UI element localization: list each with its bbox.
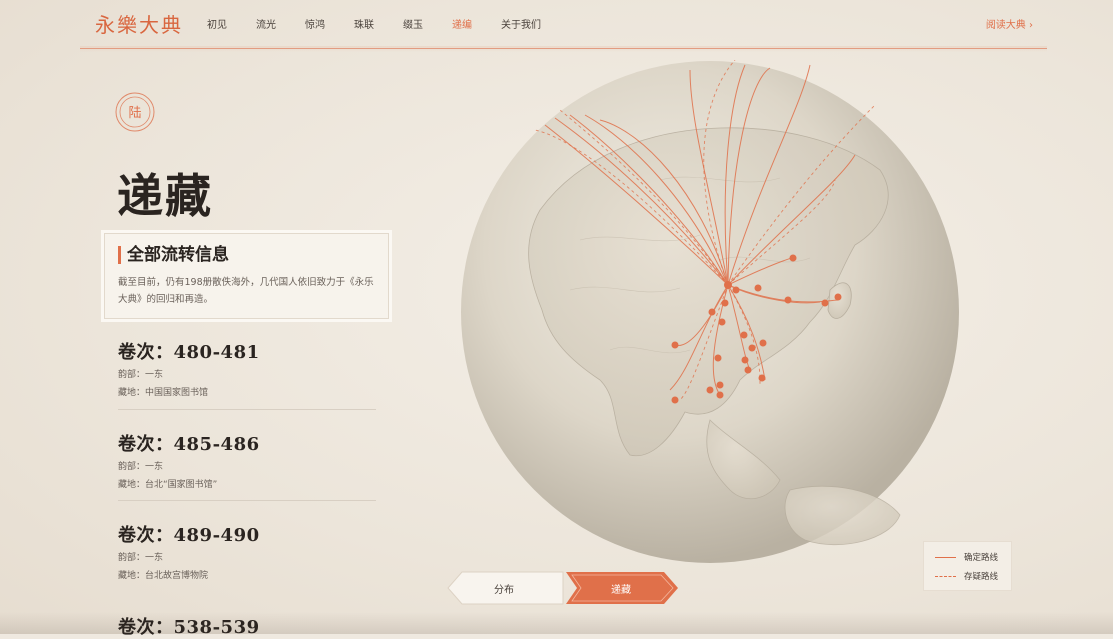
legend-doubtful-label: 存疑路线 <box>964 572 999 582</box>
view-toggle <box>447 571 678 605</box>
page-title: 递藏 <box>117 169 213 223</box>
read-dadian-link[interactable]: 阅读大典 › <box>986 16 1033 31</box>
volume-title: 卷次：489-490 <box>118 525 260 546</box>
list-item[interactable]: 卷次：485-486 韵部：一东 藏地：台北“国家图书馆” <box>118 430 376 494</box>
info-card: 全部流转信息 截至目前，仍有198册散佚海外，几代国人依旧致力于《永乐大典》的回… <box>104 233 389 319</box>
volume-place: 藏地：台北“国家图书馆” <box>118 480 218 490</box>
nav-item-zhulian[interactable]: 珠联 <box>354 16 374 31</box>
nav-item-about[interactable]: 关于我们 <box>501 16 541 31</box>
site-logo[interactable]: 永樂大典 <box>95 9 183 38</box>
section-number: 陆 <box>128 105 141 121</box>
dashed-line-icon <box>935 575 956 577</box>
volume-rhyme: 韵部：一东 <box>118 370 164 380</box>
nav-item-liuguang[interactable]: 流光 <box>256 16 276 31</box>
globe-map[interactable] <box>460 60 960 568</box>
nav-item-chujian[interactable]: 初见 <box>207 16 227 31</box>
volume-place: 藏地：台北故宫博物院 <box>118 571 209 581</box>
main-nav: 初见 流光 惊鸿 珠联 缀玉 递编 关于我们 <box>207 16 570 31</box>
legend-confirmed: 确定路线 <box>935 551 998 563</box>
topbar-divider <box>80 46 1047 52</box>
legend-doubtful: 存疑路线 <box>935 570 998 582</box>
list-divider <box>118 500 376 501</box>
australia-landmass <box>784 485 901 546</box>
volume-place: 藏地：中国国家图书馆 <box>118 388 209 398</box>
top-navigation-bar: 永樂大典 初见 流光 惊鸿 珠联 缀玉 递编 关于我们 阅读大典 › <box>80 0 1047 49</box>
bottom-shadow <box>0 612 1113 634</box>
toggle-distribution[interactable]: 分布 <box>494 581 514 596</box>
legend-confirmed-label: 确定路线 <box>964 553 999 563</box>
nav-item-dibian[interactable]: 递编 <box>452 16 472 31</box>
list-divider <box>118 409 376 410</box>
info-card-text: 截至目前，仍有198册散佚海外，几代国人依旧致力于《永乐大典》的回归和再造。 <box>118 277 374 305</box>
toggle-transmission[interactable]: 递藏 <box>611 581 631 596</box>
route-legend: 确定路线 存疑路线 <box>923 541 1012 591</box>
volume-title: 卷次：480-481 <box>118 342 260 363</box>
nav-item-jinghong[interactable]: 惊鸿 <box>305 16 325 31</box>
volume-title: 卷次：485-486 <box>118 434 260 455</box>
solid-line-icon <box>935 556 956 558</box>
volume-rhyme: 韵部：一东 <box>118 462 164 472</box>
info-card-title: 全部流转信息 <box>118 246 229 264</box>
volume-rhyme: 韵部：一东 <box>118 553 164 563</box>
section-number-badge: 陆 <box>115 92 155 132</box>
nav-item-zhuiyu[interactable]: 缀玉 <box>403 16 423 31</box>
list-item[interactable]: 卷次：489-490 韵部：一东 藏地：台北故宫博物院 <box>118 521 376 585</box>
list-item[interactable]: 卷次：480-481 韵部：一东 藏地：中国国家图书馆 <box>118 338 376 402</box>
